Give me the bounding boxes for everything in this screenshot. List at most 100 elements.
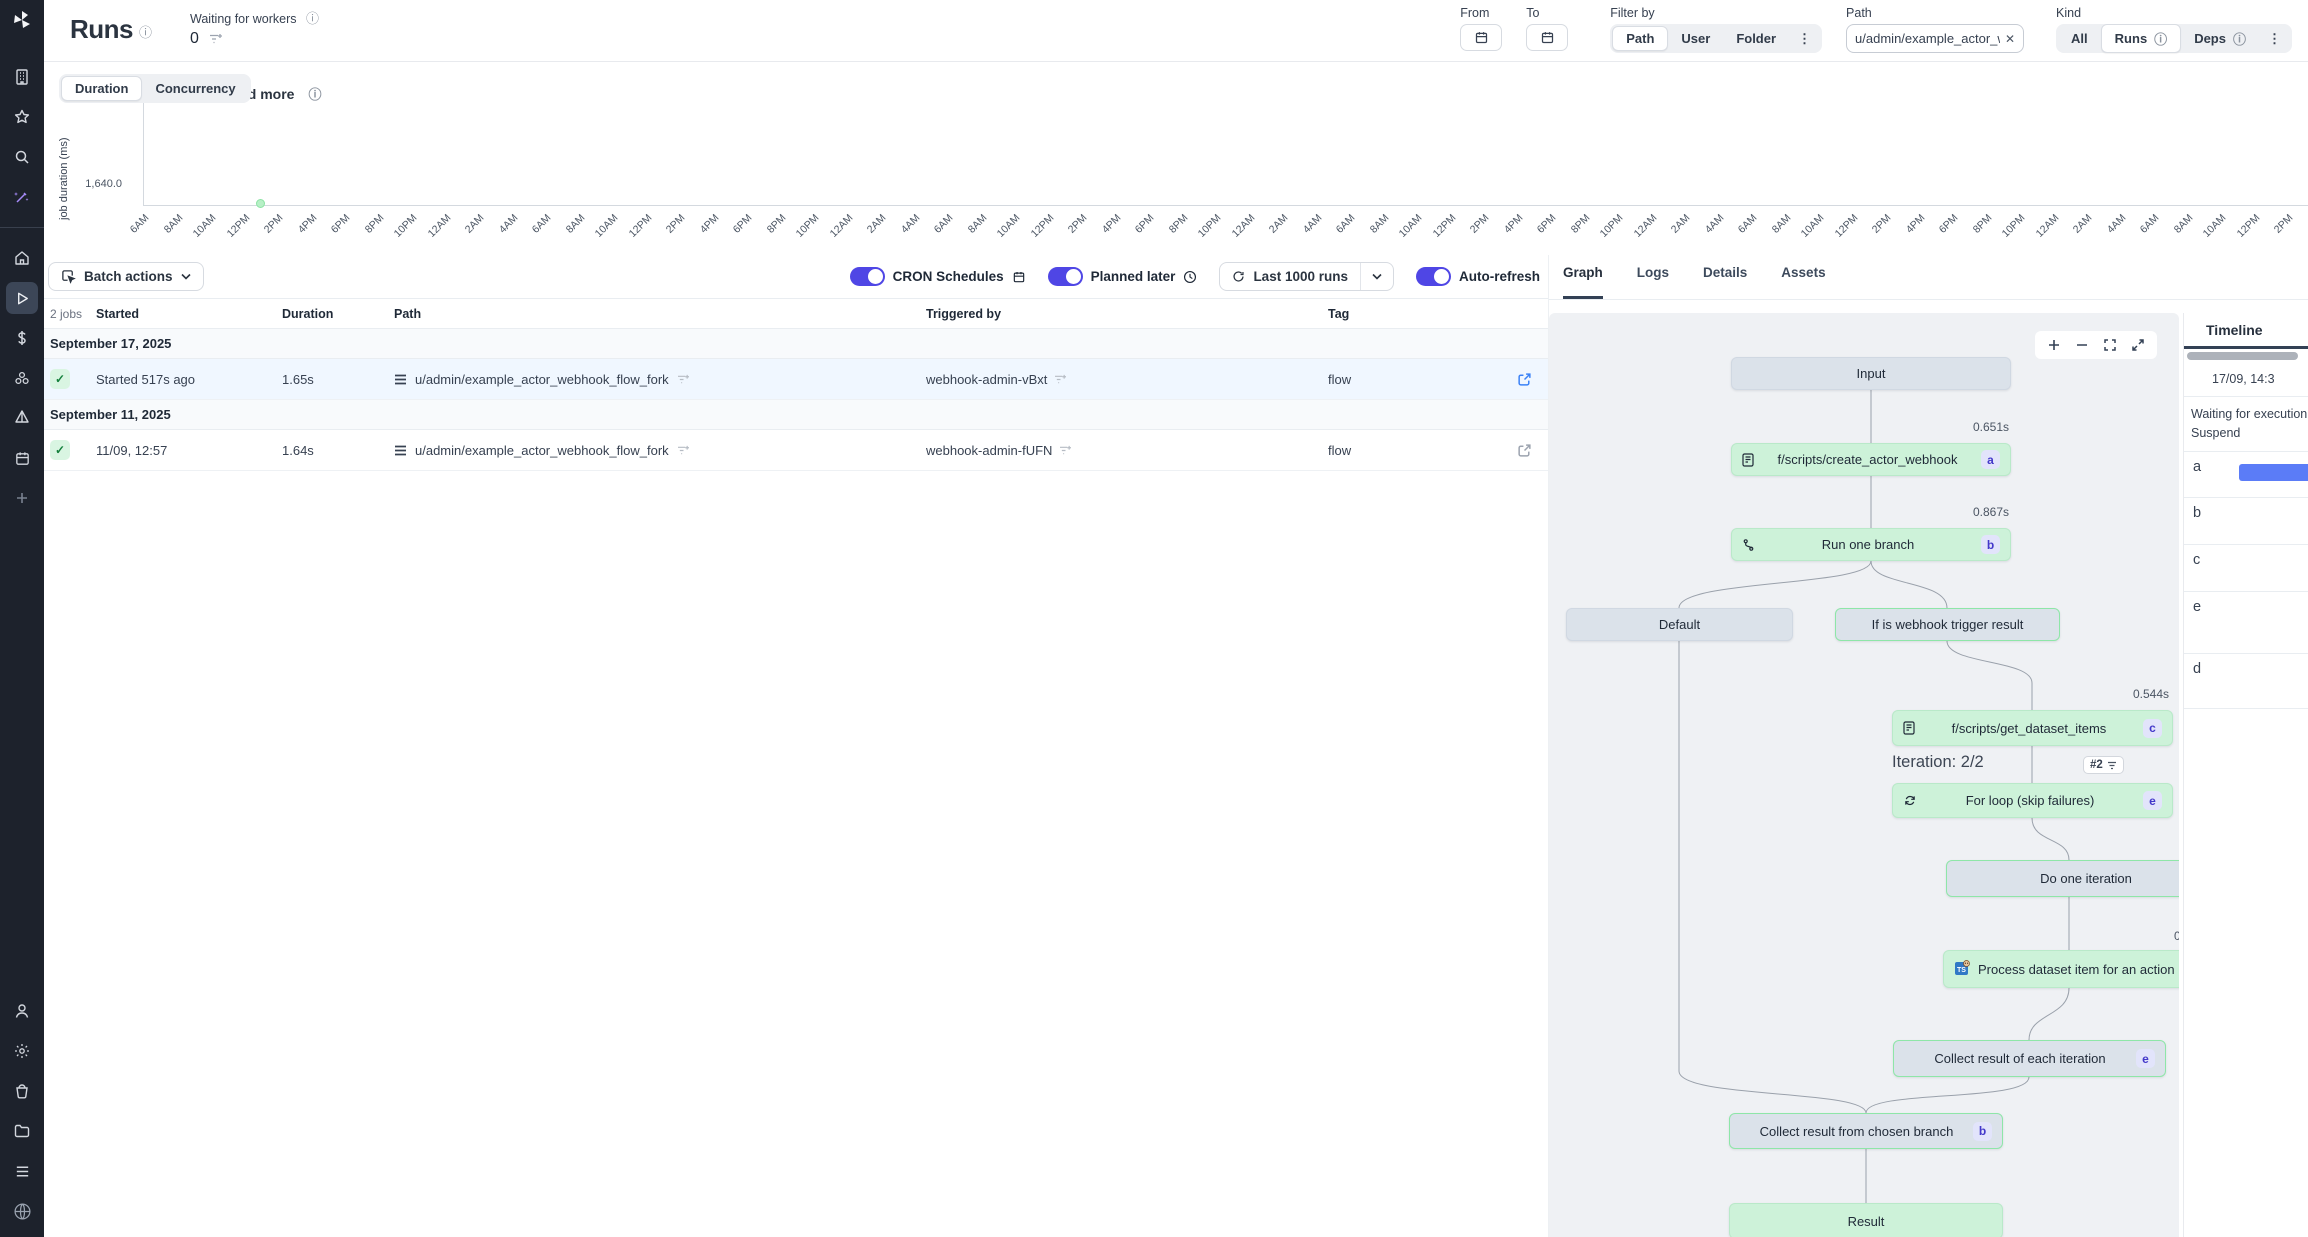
zoom-out-icon[interactable] — [2075, 338, 2089, 352]
detail-tab-details[interactable]: Details — [1703, 265, 1747, 299]
timeline-row-d[interactable]: d — [2184, 654, 2308, 709]
path-filter-group: Path u/admin/example_actor_we... ✕ — [1846, 6, 2024, 53]
variables-dollar-icon[interactable] — [6, 322, 38, 354]
timeline-row-c[interactable]: c — [2184, 545, 2308, 592]
run-path[interactable]: u/admin/example_actor_webhook_flow_fork — [415, 372, 669, 387]
iteration-selector[interactable]: #2 — [2083, 756, 2124, 774]
chart-data-point[interactable] — [256, 199, 265, 208]
flow-node-process-dataset-item[interactable]: TS Process dataset item for an action — [1943, 950, 2179, 988]
timeline-title[interactable]: Timeline — [2184, 313, 2308, 349]
flow-node-do-one-iteration[interactable]: Do one iteration — [1946, 860, 2179, 897]
kind-tab-runs[interactable]: Runsⓘ — [2101, 24, 2182, 53]
flow-node-branch-if-webhook[interactable]: If is webhook trigger result — [1835, 608, 2060, 641]
timeline-row-b[interactable]: b — [2184, 498, 2308, 545]
col-duration[interactable]: Duration — [282, 307, 394, 321]
batch-actions-button[interactable]: Batch actions — [48, 262, 204, 291]
kind-tab-deps[interactable]: Depsⓘ — [2181, 25, 2259, 52]
prism-icon[interactable] — [6, 402, 38, 434]
user-icon[interactable] — [6, 995, 38, 1027]
detail-tab-graph[interactable]: Graph — [1563, 265, 1603, 299]
sidebar-divider — [0, 227, 44, 228]
kind-tab-more-menu[interactable]: ⋮ — [2259, 31, 2290, 47]
flow-graph-canvas[interactable]: Input 0.651s f/scripts/create_actor_webh… — [1549, 313, 2179, 1237]
expand-icon[interactable] — [2131, 338, 2145, 352]
from-date-button[interactable] — [1460, 24, 1502, 51]
clear-path-icon[interactable]: ✕ — [2005, 32, 2015, 46]
filter-plus-icon[interactable] — [677, 374, 690, 385]
ai-wand-icon[interactable] — [6, 181, 38, 213]
planned-later-toggle[interactable] — [1048, 267, 1083, 286]
add-plus-icon[interactable] — [6, 482, 38, 514]
chart-tab-concurrency[interactable]: Concurrency — [142, 77, 248, 100]
bucket-icon[interactable] — [6, 1075, 38, 1107]
timeline-row-a[interactable]: a — [2184, 452, 2308, 498]
resources-group-icon[interactable] — [6, 362, 38, 394]
timeline-row-e[interactable]: e — [2184, 592, 2308, 654]
run-started[interactable]: 11/09, 12:57 — [96, 443, 282, 458]
path-input[interactable]: u/admin/example_actor_we... ✕ — [1846, 24, 2024, 53]
filter-tab-user[interactable]: User — [1668, 27, 1723, 50]
open-run-external-icon[interactable] — [1517, 372, 1532, 387]
flow-node-create-actor-webhook[interactable]: f/scripts/create_actor_webhook a — [1731, 443, 2011, 476]
runs-play-icon[interactable] — [6, 282, 38, 314]
col-path[interactable]: Path — [394, 307, 926, 321]
windmill-logo-icon[interactable] — [10, 8, 34, 37]
timeline-panel: Timeline 17/09, 14:3 Waiting for executi… — [2183, 313, 2308, 1237]
run-started[interactable]: Started 517s ago — [96, 372, 282, 387]
filter-tab-more-menu[interactable]: ⋮ — [1789, 31, 1820, 47]
apps-grid-icon[interactable] — [6, 1155, 38, 1187]
loop-icon — [1903, 794, 1917, 807]
folders-icon[interactable] — [6, 1115, 38, 1147]
timeline-scrollbar[interactable] — [2187, 352, 2298, 360]
workspace-building-icon[interactable] — [6, 61, 38, 93]
filter-lines-icon — [2107, 761, 2117, 770]
run-duration[interactable]: 1.65s — [282, 372, 394, 387]
settings-gear-icon[interactable] — [6, 1035, 38, 1067]
flow-node-collect-chosen-branch[interactable]: Collect result from chosen branch b — [1729, 1113, 2003, 1149]
flow-node-branch-default[interactable]: Default — [1566, 608, 1793, 641]
run-row[interactable]: ✓Started 517s ago1.65su/admin/example_ac… — [44, 359, 1548, 400]
run-duration[interactable]: 1.64s — [282, 443, 394, 458]
run-row[interactable]: ✓11/09, 12:571.64su/admin/example_actor_… — [44, 430, 1548, 471]
detail-tab-assets[interactable]: Assets — [1781, 265, 1825, 299]
flow-node-collect-each-iteration[interactable]: Collect result of each iteration e — [1893, 1040, 2166, 1077]
flow-node-result[interactable]: Result — [1729, 1203, 2003, 1237]
fit-view-icon[interactable] — [2103, 338, 2117, 352]
node-label: Default — [1577, 617, 1782, 632]
title-info-icon[interactable]: ⓘ — [139, 22, 152, 41]
kind-tab-all[interactable]: All — [2058, 27, 2101, 50]
col-triggered-by[interactable]: Triggered by — [926, 307, 1328, 321]
globe-icon[interactable] — [6, 1195, 38, 1227]
col-tag[interactable]: Tag — [1328, 307, 1478, 321]
flow-node-run-one-branch[interactable]: Run one branch b — [1731, 528, 2011, 561]
chart-tab-duration[interactable]: Duration — [61, 76, 142, 101]
zoom-in-icon[interactable] — [2047, 338, 2061, 352]
runs-range-select[interactable]: Last 1000 runs — [1219, 262, 1394, 291]
filter-tab-path[interactable]: Path — [1612, 26, 1668, 51]
runs-range-chevron[interactable] — [1361, 263, 1393, 290]
favorites-star-icon[interactable] — [6, 101, 38, 133]
flow-node-get-dataset-items[interactable]: f/scripts/get_dataset_items c — [1892, 710, 2173, 746]
filter-plus-icon[interactable] — [209, 33, 223, 45]
waiting-info-icon[interactable]: ⓘ — [306, 11, 319, 26]
filter-tab-folder[interactable]: Folder — [1723, 27, 1789, 50]
run-triggered-by[interactable]: webhook-admin-vBxt — [926, 372, 1047, 387]
filter-plus-icon[interactable] — [1059, 445, 1072, 456]
load-more-info-icon[interactable]: ⓘ — [308, 84, 321, 103]
to-date-button[interactable] — [1526, 24, 1568, 51]
filter-plus-icon[interactable] — [1054, 374, 1067, 385]
run-triggered-by[interactable]: webhook-admin-fUFN — [926, 443, 1052, 458]
timeline-exec-bar[interactable] — [2239, 464, 2308, 481]
search-icon[interactable] — [6, 141, 38, 173]
detail-tab-logs[interactable]: Logs — [1637, 265, 1669, 299]
home-icon[interactable] — [6, 242, 38, 274]
flow-node-input[interactable]: Input — [1731, 357, 2011, 390]
open-run-external-icon[interactable] — [1517, 443, 1532, 458]
cron-schedules-toggle[interactable] — [850, 267, 885, 286]
col-started[interactable]: Started — [96, 307, 282, 321]
run-path[interactable]: u/admin/example_actor_webhook_flow_fork — [415, 443, 669, 458]
flow-node-for-loop[interactable]: For loop (skip failures) e — [1892, 783, 2173, 818]
schedules-calendar-icon[interactable] — [6, 442, 38, 474]
filter-plus-icon[interactable] — [677, 445, 690, 456]
auto-refresh-toggle[interactable] — [1416, 267, 1451, 286]
